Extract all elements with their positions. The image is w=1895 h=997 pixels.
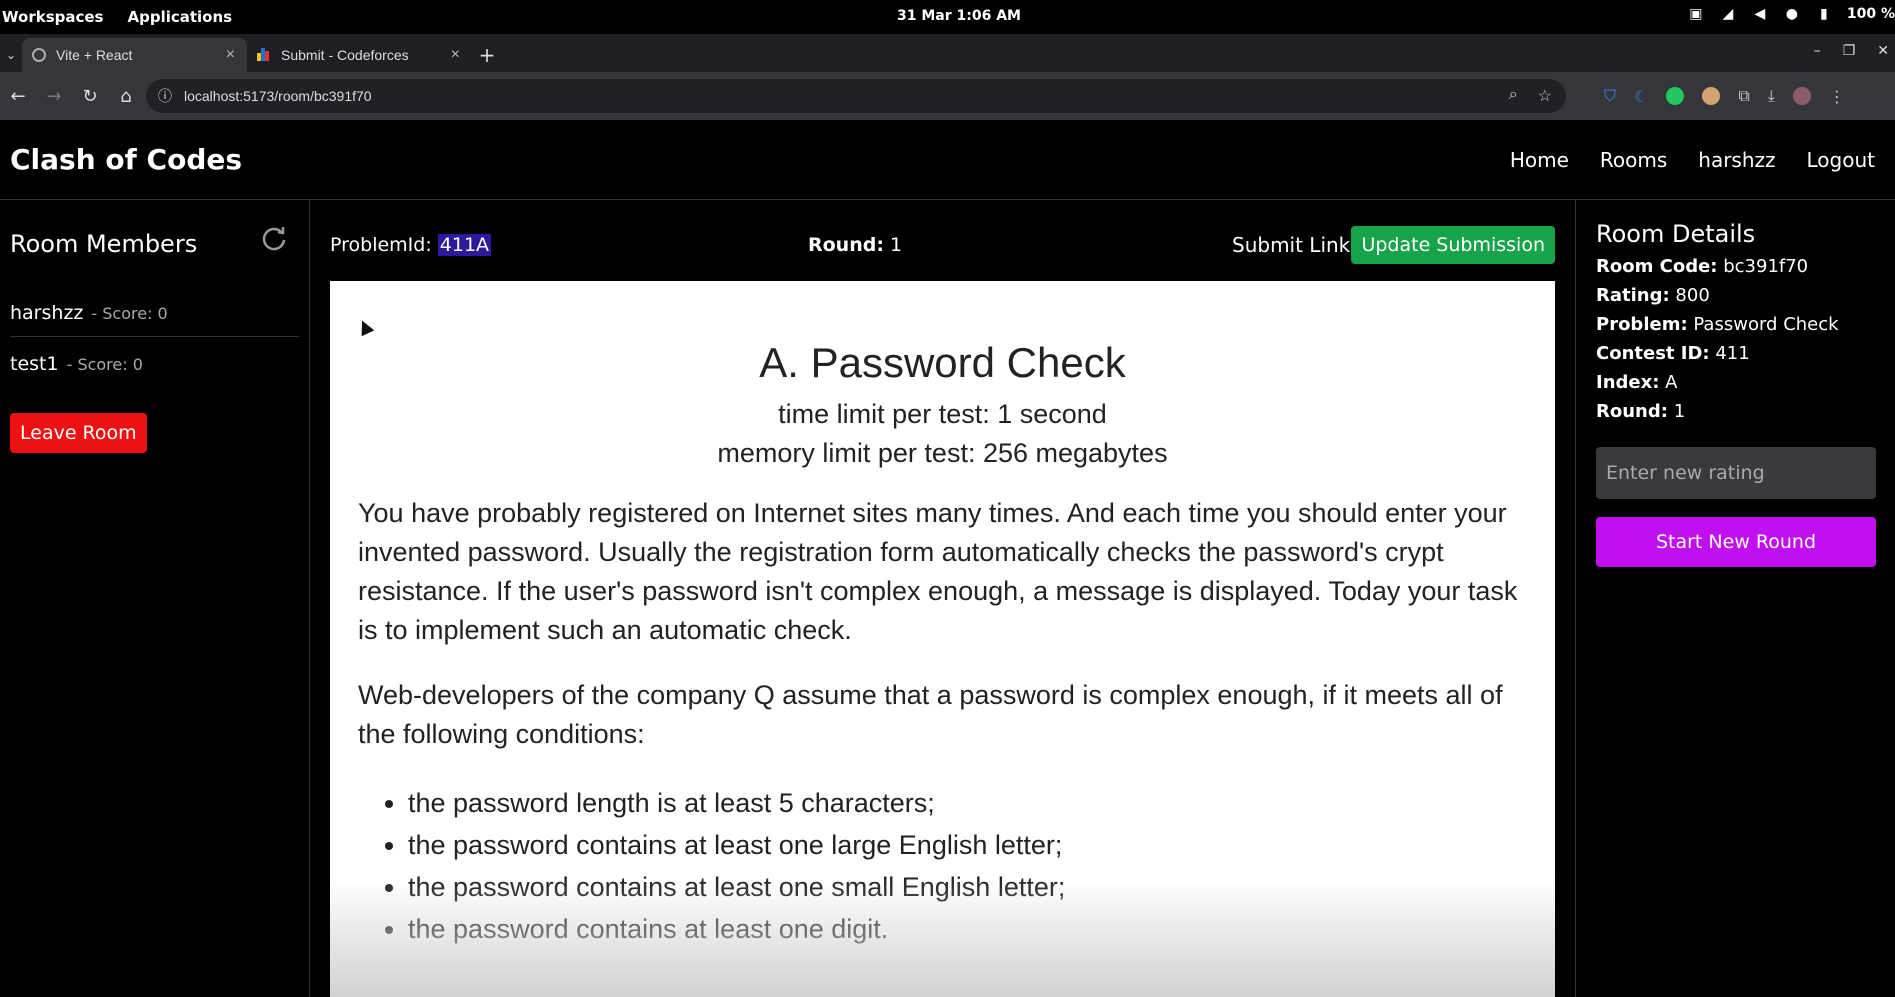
member-score: - Score: 0 (91, 304, 168, 323)
app-navbar: Clash of Codes Home Rooms harshzz Logout (0, 120, 1895, 200)
problem-statement: A. Password Check time limit per test: 1… (330, 281, 1555, 997)
cookie-extension-icon[interactable] (1702, 87, 1721, 105)
detail-rating: Rating: 800 (1596, 285, 1710, 306)
tab-codeforces[interactable]: Submit - Codeforces × (247, 38, 472, 72)
microphone-icon[interactable]: ● (1783, 6, 1801, 22)
room-details-title: Room Details (1596, 220, 1756, 248)
list-item: the password contains at least one digit… (408, 908, 1527, 950)
codeforces-icon (257, 48, 271, 62)
chevron-down-icon[interactable]: ⌄ (0, 38, 22, 72)
memory-limit: memory limit per test: 256 megabytes (717, 438, 1168, 468)
round-indicator: Round: 1 (808, 234, 902, 256)
detail-problem: Problem: Password Check (1596, 314, 1839, 335)
moon-extension-icon[interactable]: ☾ (1634, 87, 1648, 106)
maximize-icon[interactable]: ❐ (1843, 43, 1856, 59)
refresh-icon[interactable] (260, 224, 288, 252)
detail-room-code: Room Code: bc391f70 (1596, 256, 1809, 277)
system-tray: ▣ ◢ ◀ ● ▮ 100 % (1687, 6, 1895, 22)
time-limit: time limit per test: 1 second (778, 399, 1107, 429)
detail-index: Index: A (1596, 372, 1678, 393)
list-item: the password contains at least one small… (408, 866, 1527, 908)
problem-header: ProblemId: 411A Round: 1 Submit Link Upd… (330, 225, 1555, 265)
member-name: test1 (10, 353, 59, 375)
back-icon[interactable]: ← (0, 78, 36, 114)
forward-icon[interactable]: → (36, 78, 72, 114)
download-icon[interactable]: ⤓ (1768, 86, 1775, 106)
problem-area: ProblemId: 411A Round: 1 Submit Link Upd… (330, 200, 1555, 997)
member-score: - Score: 0 (66, 355, 143, 374)
member-name: harshzz (10, 302, 84, 324)
nav-logout[interactable]: Logout (1807, 148, 1875, 172)
extensions-area: ⛉ ☾ ⧉ ⤓ ⋮ (1604, 72, 1845, 120)
nav-user[interactable]: harshzz (1698, 148, 1775, 172)
problem-title: A. Password Check (759, 339, 1126, 386)
more-menu-icon[interactable]: ⋮ (1829, 87, 1845, 106)
round-value: 1 (889, 234, 903, 256)
browser-toolbar: ← → ↻ ⌂ ⓘ localhost:5173/room/bc391f70 ⌕… (0, 72, 1895, 120)
new-rating-input[interactable] (1596, 447, 1876, 499)
battery-icon[interactable]: ▮ (1815, 6, 1833, 22)
tab-title: Submit - Codeforces (281, 47, 409, 63)
tab-title: Vite + React (56, 47, 133, 63)
list-item: the password contains at least one large… (408, 824, 1527, 866)
close-icon[interactable]: × (451, 46, 460, 64)
new-tab-button[interactable]: + (472, 38, 502, 72)
problem-id: ProblemId: 411A (330, 234, 492, 256)
conditions-list: the password length is at least 5 charac… (358, 782, 1527, 950)
room-details-panel: Room Details Room Code: bc391f70 Rating:… (1575, 200, 1895, 997)
leave-room-button[interactable]: Leave Room (10, 413, 147, 453)
wifi-icon[interactable]: ◢ (1719, 6, 1737, 22)
volume-icon[interactable]: ◀ (1751, 6, 1769, 22)
tab-strip: ⌄ Vite + React × Submit - Codeforces × +… (0, 34, 1895, 72)
reload-icon[interactable]: ↻ (72, 78, 108, 114)
profile-avatar[interactable] (1792, 87, 1811, 105)
close-window-icon[interactable]: ✕ (1877, 43, 1889, 59)
brand-logo[interactable]: Clash of Codes (10, 143, 242, 176)
detail-contest-id: Contest ID: 411 (1596, 343, 1750, 364)
detail-round: Round: 1 (1596, 401, 1686, 422)
url-text: localhost:5173/room/bc391f70 (184, 88, 372, 104)
start-new-round-button[interactable]: Start New Round (1596, 517, 1876, 567)
tab-vite-react[interactable]: Vite + React × (22, 38, 247, 72)
battery-percent: 100 % (1846, 6, 1895, 22)
room-members-title: Room Members (10, 230, 198, 258)
submit-link[interactable]: Submit Link (1232, 233, 1350, 257)
applications-menu[interactable]: Applications (127, 8, 232, 26)
list-item: the password length is at least 5 charac… (408, 782, 1527, 824)
home-icon[interactable]: ⌂ (108, 78, 144, 114)
round-label: Round: (808, 234, 884, 256)
site-info-icon[interactable]: ⓘ (158, 86, 172, 106)
close-icon[interactable]: × (226, 46, 235, 64)
plus-extension-icon[interactable] (1666, 87, 1685, 105)
update-submission-button[interactable]: Update Submission (1351, 226, 1555, 264)
os-top-bar: Workspaces Applications 31 Mar 1:06 AM ▣… (0, 0, 1895, 34)
nav-home[interactable]: Home (1510, 148, 1569, 172)
clock[interactable]: 31 Mar 1:06 AM (897, 8, 1021, 24)
member-row: test1 - Score: 0 (10, 337, 299, 387)
shield-extension-icon[interactable]: ⛉ (1604, 86, 1616, 106)
globe-icon (32, 48, 46, 62)
window-controls: – ❐ ✕ (1814, 34, 1895, 68)
statement-paragraph: Web-developers of the company Q assume t… (358, 680, 1503, 749)
minimize-icon[interactable]: – (1814, 43, 1821, 59)
workspaces-menu[interactable]: Workspaces (2, 8, 103, 26)
screen-icon[interactable]: ▣ (1687, 6, 1705, 22)
bookmark-star-icon[interactable]: ☆ (1538, 86, 1552, 106)
address-bar[interactable]: ⓘ localhost:5173/room/bc391f70 ⌕ ☆ (146, 79, 1566, 113)
zoom-icon[interactable]: ⌕ (1509, 86, 1518, 106)
problem-id-value[interactable]: 411A (437, 234, 492, 256)
statement-paragraph: You have probably registered on Internet… (358, 498, 1518, 645)
nav-rooms[interactable]: Rooms (1600, 148, 1667, 172)
problem-id-label: ProblemId: (330, 234, 432, 256)
room-members-panel: Room Members harshzz - Score: 0 test1 - … (0, 200, 310, 997)
member-row: harshzz - Score: 0 (10, 286, 299, 337)
puzzle-extensions-icon[interactable]: ⧉ (1738, 86, 1749, 106)
